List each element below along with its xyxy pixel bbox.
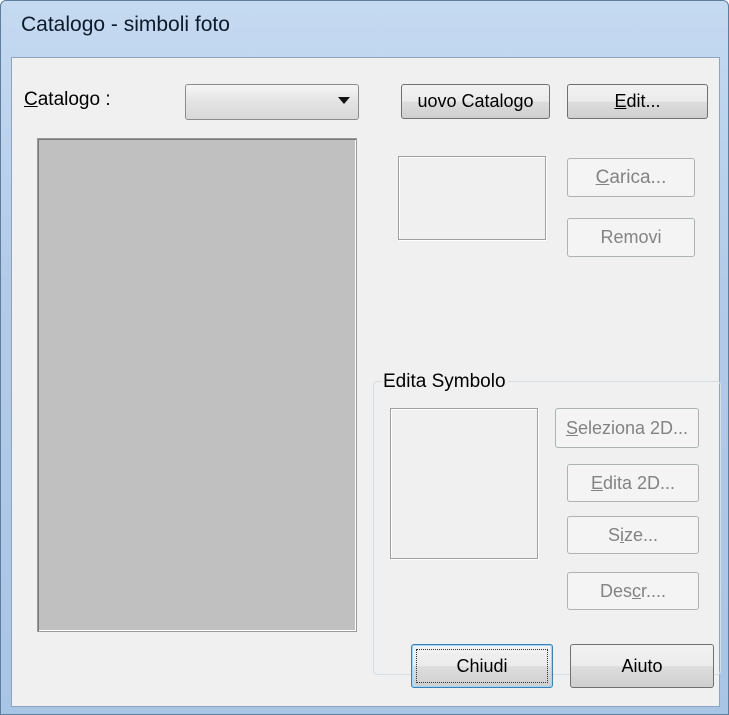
aiuto-label: Aiuto: [621, 656, 663, 676]
edita-2d-button[interactable]: Edita 2D...: [567, 464, 699, 502]
descr-button[interactable]: Descr....: [567, 572, 699, 610]
descr-label-post: r....: [641, 581, 667, 601]
chiudi-label: Chiudi: [456, 656, 508, 676]
catalog-preview-box: [398, 156, 546, 240]
symbol-preview-box: [390, 408, 538, 559]
chevron-down-icon: [338, 97, 350, 104]
title-bar[interactable]: Catalogo - simboli foto: [1, 1, 728, 57]
carica-button[interactable]: Carica...: [567, 158, 695, 197]
descr-label-pre: Des: [599, 581, 632, 601]
size-label-pre: S: [607, 525, 620, 545]
seleziona-2d-label-rest: eleziona 2D...: [577, 418, 689, 438]
carica-label-rest: arica...: [609, 167, 667, 188]
dialog-window: Catalogo - simboli foto Catalogo : uovo …: [0, 0, 729, 715]
carica-label: Carica...: [596, 167, 667, 188]
aiuto-button[interactable]: Aiuto: [570, 644, 714, 688]
catalogo-label: Catalogo :: [24, 89, 111, 111]
size-label: Size...: [608, 525, 658, 545]
dialog-client-area: Catalogo : uovo Catalogo Edit... Carica.…: [11, 57, 721, 707]
chiudi-button[interactable]: Chiudi: [411, 644, 553, 688]
edit-button[interactable]: Edit...: [567, 84, 708, 119]
edita-2d-accesskey: E: [590, 473, 603, 493]
symbol-list[interactable]: [37, 138, 357, 632]
seleziona-2d-button[interactable]: Seleziona 2D...: [555, 408, 699, 448]
nuovo-catalogo-label: uovo Catalogo: [417, 91, 534, 111]
removi-label: Removi: [600, 227, 662, 247]
size-label-post: ze...: [624, 525, 659, 545]
descr-accesskey: c: [632, 581, 641, 601]
catalogo-dropdown[interactable]: [185, 84, 359, 120]
carica-accesskey: C: [595, 167, 610, 188]
edita-2d-label-rest: dita 2D...: [602, 473, 676, 493]
edit-label: Edit...: [614, 91, 660, 111]
edita-symbolo-title: Edita Symbolo: [381, 371, 508, 393]
nuovo-catalogo-button[interactable]: uovo Catalogo: [401, 84, 550, 119]
window-title: Catalogo - simboli foto: [21, 13, 230, 36]
edit-label-rest: dit...: [626, 91, 661, 111]
edit-accesskey: E: [614, 91, 627, 111]
catalogo-label-accesskey: C: [24, 89, 38, 110]
edita-2d-label: Edita 2D...: [591, 473, 675, 493]
catalogo-label-text: atalogo :: [37, 89, 111, 110]
descr-label: Descr....: [600, 581, 666, 601]
seleziona-2d-accesskey: S: [565, 418, 578, 438]
removi-button[interactable]: Removi: [567, 218, 695, 257]
size-button[interactable]: Size...: [567, 516, 699, 554]
seleziona-2d-label: Seleziona 2D...: [566, 418, 688, 438]
